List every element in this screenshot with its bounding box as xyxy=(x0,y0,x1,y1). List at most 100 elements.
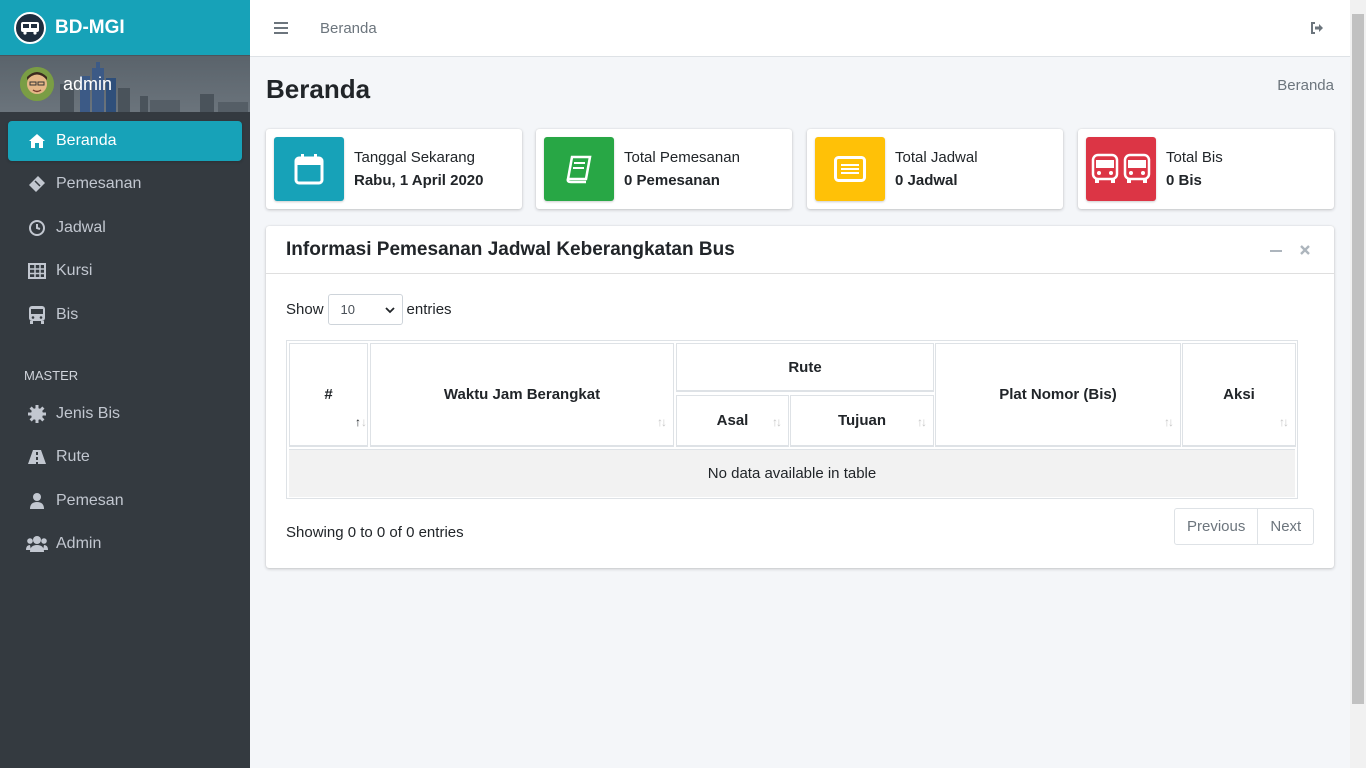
previous-button[interactable]: Previous xyxy=(1175,509,1257,544)
close-icon[interactable] xyxy=(1300,242,1310,260)
sidebar-item-kursi[interactable]: Kursi xyxy=(8,251,242,291)
sidebar-item-beranda[interactable]: Beranda xyxy=(8,121,242,161)
info-box-tanggal: Tanggal Sekarang Rabu, 1 April 2020 xyxy=(266,129,522,209)
table-info: Showing 0 to 0 of 0 entries xyxy=(286,524,464,541)
column-label: Tujuan xyxy=(837,412,887,429)
brand-link[interactable]: BD-MGI xyxy=(0,0,250,56)
menu-toggle-icon[interactable] xyxy=(274,22,288,34)
sidebar-item-label: Kursi xyxy=(56,262,93,280)
cog-icon xyxy=(26,404,48,424)
chevron-down-icon xyxy=(384,302,395,317)
minimize-icon[interactable] xyxy=(1270,250,1282,252)
user-icon xyxy=(26,491,48,511)
sidebar-item-label: Admin xyxy=(56,535,102,553)
road-icon xyxy=(26,447,48,467)
info-box-label: Total Pemesanan xyxy=(624,149,740,166)
sidebar-item-label: Jadwal xyxy=(56,218,106,236)
breadcrumb[interactable]: Beranda xyxy=(1277,77,1334,94)
sort-asc-icon: ↑ xyxy=(355,415,361,429)
sidebar-item-rute[interactable]: Rute xyxy=(8,437,242,477)
content-header: Beranda Beranda xyxy=(266,72,1334,112)
sidebar: BD-MGI admin Beranda Pemesanan Jadwal Ku… xyxy=(0,0,250,768)
info-box-jadwal: Total Jadwal 0 Jadwal xyxy=(807,129,1063,209)
book-icon xyxy=(544,137,614,201)
page-title: Beranda xyxy=(266,74,371,104)
sidebar-item-label: Rute xyxy=(56,448,90,466)
sidebar-item-bis[interactable]: Bis xyxy=(8,295,242,335)
column-header-waktu[interactable]: Waktu Jam Berangkat ↑↓ xyxy=(370,343,674,447)
next-button[interactable]: Next xyxy=(1257,509,1313,544)
column-header-rute: Rute xyxy=(676,343,934,392)
sort-both-icon: ↑↓ xyxy=(1279,415,1289,429)
sidebar-item-pemesan[interactable]: Pemesan xyxy=(8,481,242,521)
list-icon xyxy=(815,137,885,201)
data-table: # ↑ ↓ Waktu Jam Berangkat ↑↓ Rute Asal ↑… xyxy=(286,340,1298,499)
topbar-link-beranda[interactable]: Beranda xyxy=(320,20,377,37)
info-box-value: 0 Pemesanan xyxy=(624,172,720,189)
card-title: Informasi Pemesanan Jadwal Keberangkatan… xyxy=(286,238,735,260)
column-label: Waktu Jam Berangkat xyxy=(443,386,601,403)
sidebar-item-label: Pemesan xyxy=(56,491,124,509)
column-header-tujuan[interactable]: Tujuan ↑↓ xyxy=(790,395,934,447)
bus-icon xyxy=(1086,137,1156,201)
sort-desc-icon: ↓ xyxy=(361,415,367,429)
info-box-label: Tanggal Sekarang xyxy=(354,149,475,166)
table-icon xyxy=(26,261,48,281)
sidebar-item-pemesanan[interactable]: Pemesanan xyxy=(8,164,242,204)
column-header-num[interactable]: # ↑ ↓ xyxy=(289,343,368,447)
column-header-asal[interactable]: Asal ↑↓ xyxy=(676,395,789,447)
sidebar-item-label: Bis xyxy=(56,305,79,323)
sort-both-icon: ↑↓ xyxy=(1164,415,1174,429)
sidebar-item-jadwal[interactable]: Jadwal xyxy=(8,208,242,248)
sidebar-item-label: Beranda xyxy=(56,132,117,149)
pagination: Previous Next xyxy=(1174,508,1315,545)
column-label: Rute xyxy=(788,358,822,376)
booking-card: Informasi Pemesanan Jadwal Keberangkatan… xyxy=(266,226,1334,568)
top-navbar: Beranda xyxy=(250,0,1350,57)
show-label: Show xyxy=(286,301,324,318)
info-box-label: Total Bis xyxy=(1166,149,1223,166)
sort-both-icon: ↑↓ xyxy=(772,415,782,429)
user-panel[interactable]: admin xyxy=(0,56,250,112)
info-box-value: 0 Jadwal xyxy=(895,172,958,189)
empty-table-message: No data available in table xyxy=(289,449,1295,497)
column-label: Plat Nomor (Bis) xyxy=(999,386,1117,403)
users-icon xyxy=(26,534,48,554)
calendar-icon xyxy=(274,137,344,201)
user-name: admin xyxy=(63,73,113,94)
home-icon xyxy=(26,131,48,151)
column-header-aksi[interactable]: Aksi ↑↓ xyxy=(1182,343,1296,447)
info-box-label: Total Jadwal xyxy=(895,149,978,166)
ticket-icon xyxy=(26,174,48,194)
brand-name: BD-MGI xyxy=(55,16,125,38)
sidebar-item-label: Jenis Bis xyxy=(56,404,121,422)
card-tools xyxy=(1270,242,1310,260)
entries-label: entries xyxy=(406,301,452,318)
page-length-value: 10 xyxy=(340,302,355,317)
page-length-control: Show 10 entries xyxy=(286,294,452,325)
info-box-value: Rabu, 1 April 2020 xyxy=(354,172,484,189)
info-box-bis: Total Bis 0 Bis xyxy=(1078,129,1334,209)
scrollbar-thumb[interactable] xyxy=(1352,14,1364,704)
column-header-plat[interactable]: Plat Nomor (Bis) ↑↓ xyxy=(935,343,1181,447)
sort-both-icon: ↑↓ xyxy=(657,415,667,429)
logout-icon[interactable] xyxy=(1310,21,1324,40)
sidebar-item-label: Pemesanan xyxy=(56,175,142,193)
avatar xyxy=(20,67,54,101)
page-scrollbar[interactable] xyxy=(1350,0,1366,768)
page-length-select[interactable]: 10 xyxy=(327,294,403,325)
sidebar-item-admin[interactable]: Admin xyxy=(8,524,242,564)
sort-both-icon: ↑↓ xyxy=(917,415,927,429)
bus-logo-icon xyxy=(14,11,46,44)
info-box-value: 0 Bis xyxy=(1166,172,1202,189)
column-label: Aksi xyxy=(1223,386,1255,403)
clock-icon xyxy=(26,218,48,238)
nav-header-master: MASTER xyxy=(24,367,79,383)
info-box-pemesanan: Total Pemesanan 0 Pemesanan xyxy=(536,129,792,209)
column-label: Asal xyxy=(716,412,749,429)
sidebar-nav: Beranda Pemesanan Jadwal Kursi Bis MASTE… xyxy=(0,112,250,564)
column-label: # xyxy=(324,386,333,403)
card-header: Informasi Pemesanan Jadwal Keberangkatan… xyxy=(266,226,1334,274)
sidebar-item-jenis-bis[interactable]: Jenis Bis xyxy=(8,394,242,434)
bus-icon xyxy=(26,305,48,325)
